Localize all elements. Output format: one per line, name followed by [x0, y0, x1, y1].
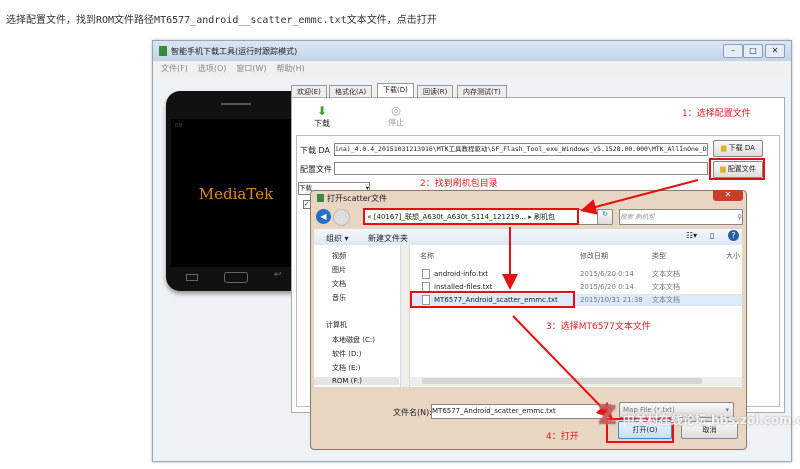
- arrow-step4: [512, 315, 613, 419]
- arrow-step2: [580, 179, 699, 215]
- annotation-arrows: [502, 179, 699, 419]
- zol-watermark: Z 中关村在线论坛 bbs.zol.com.cn: [598, 401, 800, 431]
